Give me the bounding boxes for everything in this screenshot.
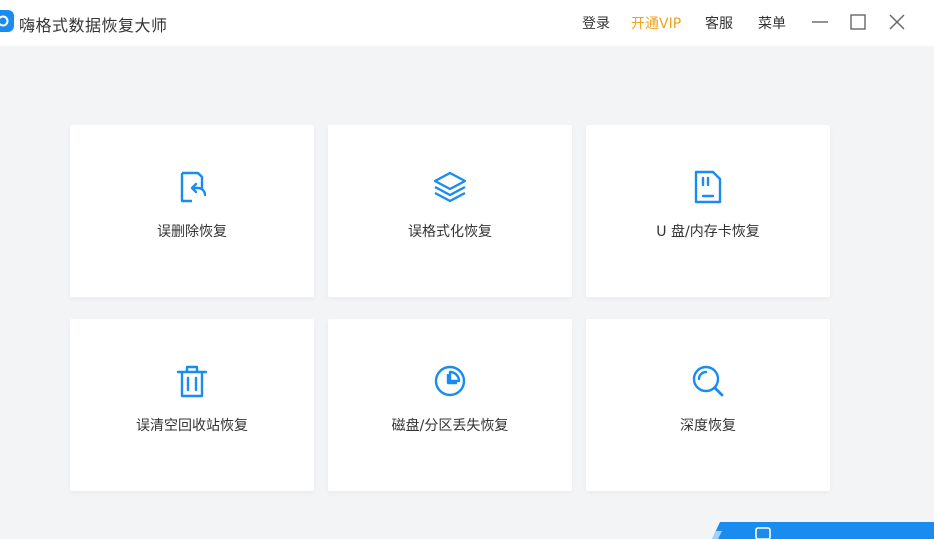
card-deleted-recovery[interactable]: 误删除恢复 — [70, 125, 314, 297]
card-format-recovery[interactable]: 误格式化恢复 — [328, 125, 572, 297]
vip-link[interactable]: 开通VIP — [631, 13, 681, 33]
card-label: U 盘/内存卡恢复 — [656, 224, 760, 240]
title-bar: 嗨格式数据恢复大师 登录 开通VIP 客服 菜单 — [0, 0, 934, 46]
card-label: 深度恢复 — [680, 418, 736, 434]
app-logo-icon — [0, 10, 14, 32]
service-link[interactable]: 客服 — [705, 13, 733, 33]
app-window: 嗨格式数据恢复大师 登录 开通VIP 客服 菜单 误删除恢复 误格式化恢复 U … — [0, 0, 934, 539]
sd-card-icon — [690, 169, 726, 205]
card-deep-recovery[interactable]: 深度恢复 — [586, 319, 830, 491]
trash-icon — [174, 363, 210, 399]
card-label: 误删除恢复 — [157, 224, 227, 240]
maximize-button[interactable] — [846, 10, 870, 34]
app-title: 嗨格式数据恢复大师 — [19, 16, 168, 35]
layers-icon — [432, 169, 468, 205]
card-usb-sd-recovery[interactable]: U 盘/内存卡恢复 — [586, 125, 830, 297]
card-label: 磁盘/分区丢失恢复 — [391, 418, 509, 434]
card-label: 误清空回收站恢复 — [136, 418, 248, 434]
search-icon — [690, 363, 726, 399]
card-partition-recovery[interactable]: 磁盘/分区丢失恢复 — [328, 319, 572, 491]
menu-link[interactable]: 菜单 — [758, 13, 786, 33]
close-icon — [889, 14, 905, 30]
card-recycle-bin-recovery[interactable]: 误清空回收站恢复 — [70, 319, 314, 491]
minimize-button[interactable] — [808, 10, 832, 34]
pie-chart-icon — [432, 363, 468, 399]
login-link[interactable]: 登录 — [582, 13, 610, 33]
bottom-corner-button[interactable] — [712, 522, 934, 539]
close-button[interactable] — [885, 10, 909, 34]
file-restore-icon — [174, 169, 210, 205]
card-label: 误格式化恢复 — [408, 224, 492, 240]
maximize-icon — [850, 14, 866, 30]
minimize-icon — [812, 21, 828, 23]
